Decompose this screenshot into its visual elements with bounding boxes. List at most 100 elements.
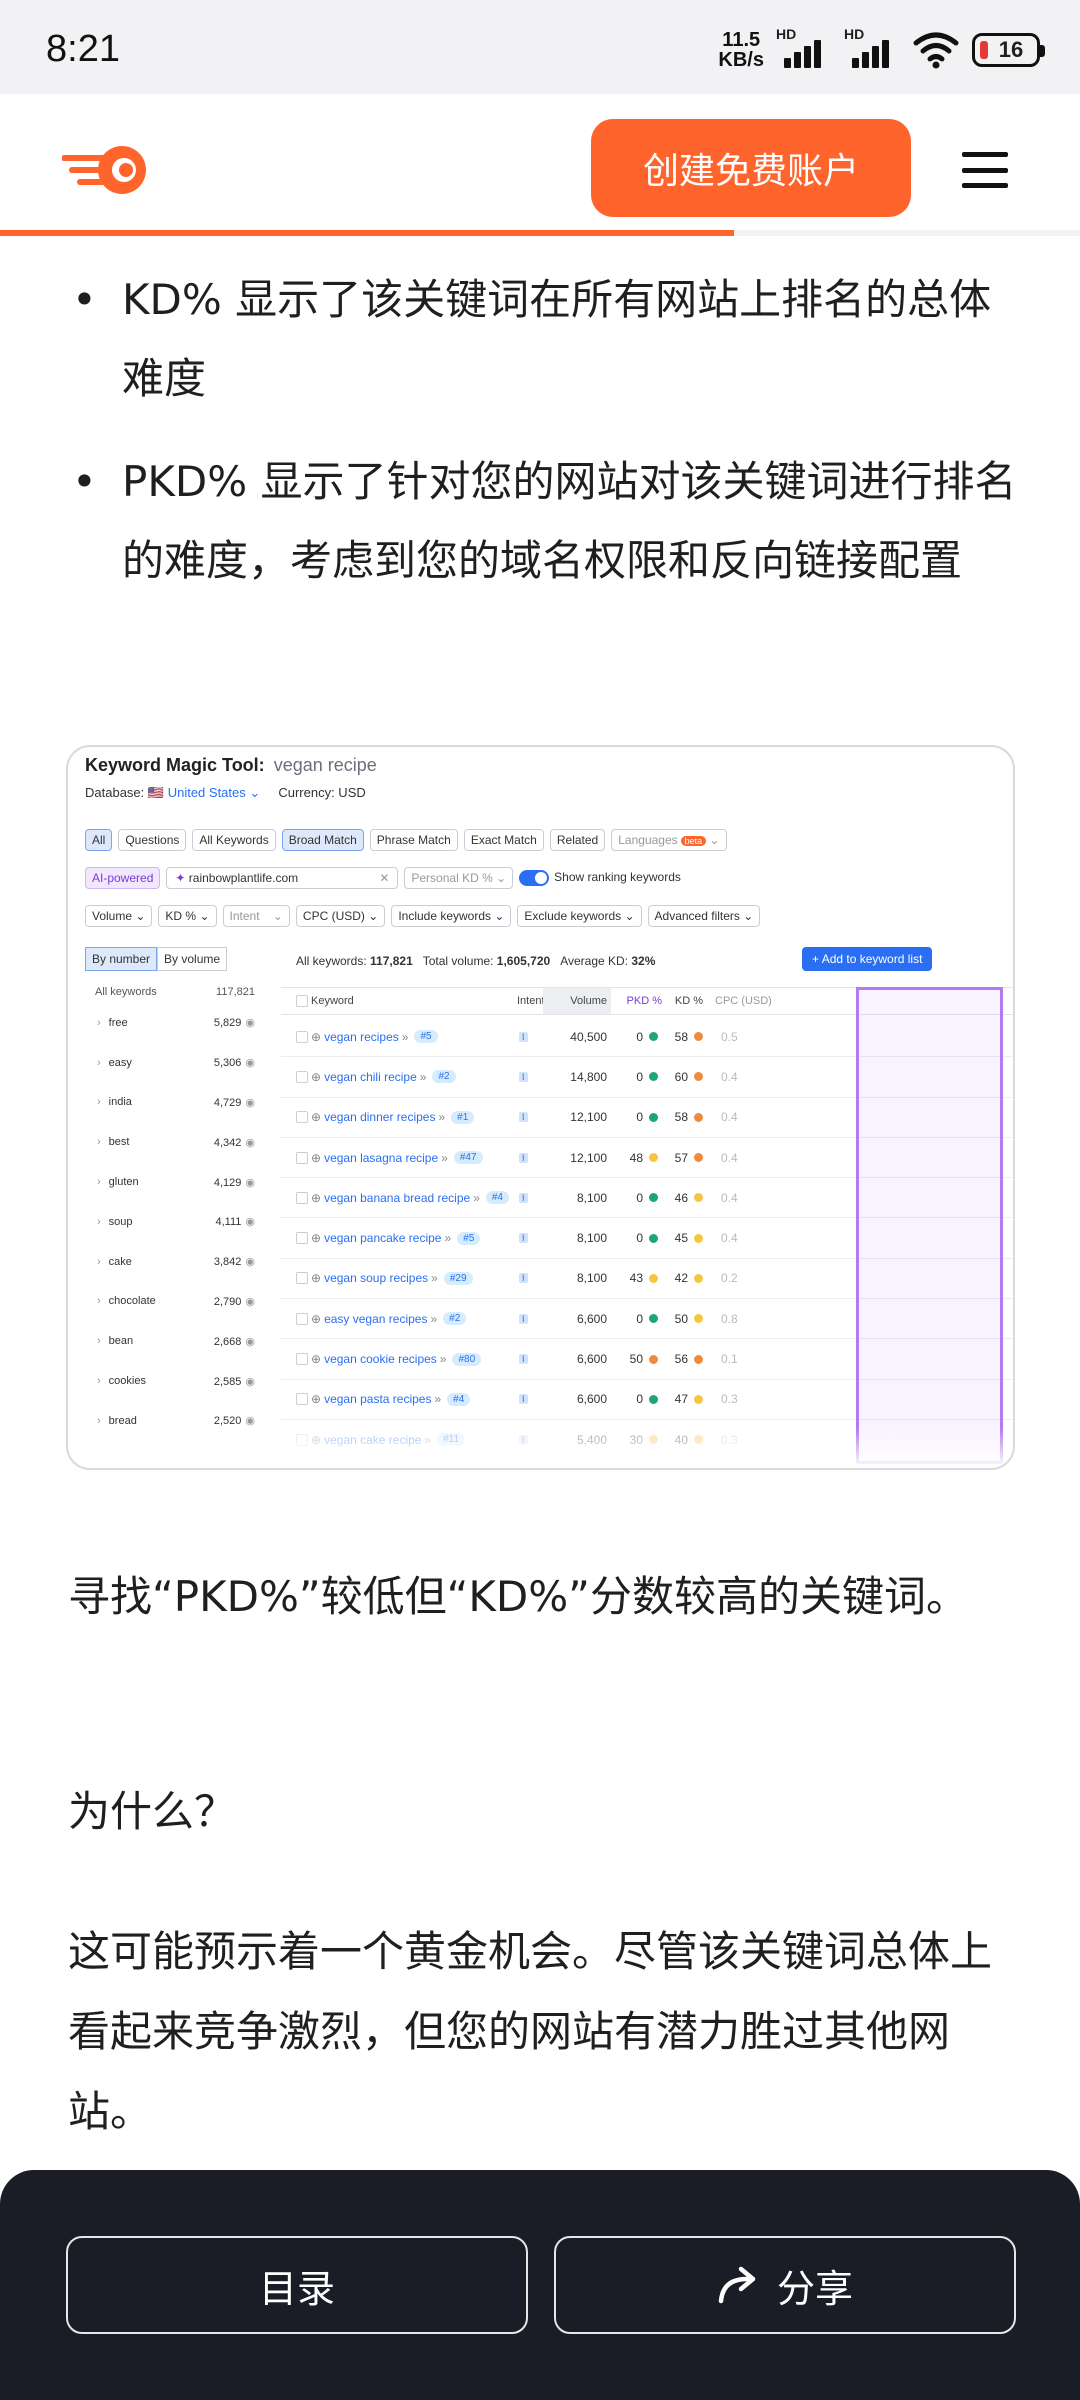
tab-exact-match: Exact Match [463, 829, 544, 851]
keyword-group-item: › chocolate 2,790 ◉ [97, 1295, 255, 1308]
share-button[interactable]: 分享 [554, 2236, 1016, 2334]
keyword-group-item: › easy 5,306 ◉ [97, 1056, 255, 1070]
add-circle-icon: ⊕ [311, 1190, 322, 1205]
pkd-difficulty-dot [649, 1314, 658, 1324]
paragraph-explanation: 这可能预示着一个黄金机会。尽管该关键词总体上看起来竞争激烈，但您的网站有潜力胜过… [68, 1927, 993, 2136]
chevron-right-icon: › [97, 1295, 101, 1308]
keyword-group-item: › soup 4,111 ◉ [97, 1215, 255, 1229]
pkd-difficulty-dot [649, 1354, 658, 1364]
clear-icon: ✕ [379, 871, 390, 885]
bullet-text: PKD% 显示了针对您的网站对该关键词进行排名的难度，考虑到您的域名权限和反向链… [122, 457, 1017, 585]
add-circle-icon: ⊕ [311, 1352, 322, 1367]
reading-progress-fill [0, 230, 735, 236]
tab-related: Related [549, 829, 606, 851]
add-circle-icon: ⊕ [311, 1069, 322, 1084]
chevron-right-icon: › [97, 1016, 101, 1029]
cell-signal-icon: HD [776, 26, 832, 70]
hamburger-menu-icon[interactable] [962, 152, 1008, 188]
filter-advanced: Advanced filters ⌄ [647, 905, 761, 927]
pkd-difficulty-dot [649, 1072, 658, 1082]
pkd-difficulty-dot [649, 1233, 658, 1243]
pkd-difficulty-dot [649, 1193, 658, 1203]
cell-signal-2-icon: HD [844, 26, 900, 70]
kmt-title-query: vegan recipe [273, 755, 377, 775]
kd-difficulty-dot [694, 1233, 703, 1243]
tab-broad-match: Broad Match [281, 829, 364, 851]
us-flag-icon: 🇺🇸 [147, 785, 165, 800]
chevron-right-icon: › [97, 1096, 101, 1109]
eye-icon: ◉ [245, 1375, 255, 1388]
network-speed: 11.5 KB/s [718, 30, 764, 70]
eye-icon: ◉ [245, 1176, 255, 1189]
chevron-right-icon: › [97, 1255, 101, 1268]
kd-difficulty-dot [694, 1112, 703, 1122]
add-circle-icon: ⊕ [311, 1150, 322, 1165]
keyword-group-item: › gluten 4,129 ◉ [97, 1176, 255, 1189]
pkd-difficulty-dot [649, 1112, 658, 1122]
semrush-logo-icon[interactable] [62, 144, 150, 196]
pkd-difficulty-dot [649, 1153, 658, 1163]
table-of-contents-button[interactable]: 目录 [66, 2236, 528, 2334]
add-circle-icon: ⊕ [311, 1110, 322, 1125]
keyword-magic-tool-screenshot[interactable]: Keyword Magic Tool: vegan recipe Databas… [66, 745, 1015, 1470]
tab-all-keywords: All Keywords [192, 829, 276, 851]
tab-by-number: By number [85, 947, 158, 971]
network-speed-unit: KB/s [718, 49, 764, 71]
site-header: 创建免费账户 [0, 94, 1080, 236]
eye-icon: ◉ [245, 1415, 255, 1428]
share-label: 分享 [776, 2268, 853, 2311]
create-free-account-button[interactable]: 创建免费账户 [591, 119, 911, 217]
chevron-right-icon: › [97, 1136, 101, 1149]
status-bar: 8:21 11.5 KB/s HD HD 16 [0, 0, 1080, 94]
pkd-kd-highlight-box [856, 987, 1003, 1464]
share-icon [718, 2266, 756, 2304]
paragraph-tip: 寻找“PKD%”较低但“KD%”分数较高的关键词。 [68, 1572, 968, 1621]
filter-include: Include keywords ⌄ [391, 905, 512, 927]
database-value: United States [167, 785, 246, 800]
ai-filter-row: AI-powered ✦ rainbowplantlife.com ✕ Pers… [85, 867, 681, 889]
group-sort-tabs: By number By volume [85, 947, 265, 971]
eye-icon: ◉ [245, 1017, 255, 1030]
kd-difficulty-dot [694, 1193, 703, 1203]
domain-input: ✦ rainbowplantlife.com ✕ [166, 867, 399, 889]
network-speed-value: 11.5 [722, 29, 761, 51]
filter-row: Volume ⌄ KD % ⌄ Intent ⌄ CPC (USD) ⌄ Inc… [85, 905, 761, 927]
eye-icon: ◉ [245, 1136, 255, 1149]
sparkle-icon: ✦ [175, 871, 186, 885]
status-time: 8:21 [46, 28, 120, 70]
eye-icon: ◉ [245, 1335, 255, 1348]
bullet-text: KD% 显示了该关键词在所有网站上排名的总体难度 [122, 275, 992, 403]
kd-difficulty-dot [694, 1153, 703, 1163]
pkd-difficulty-dot [649, 1394, 658, 1404]
add-circle-icon: ⊕ [311, 1029, 322, 1044]
eye-icon: ◉ [245, 1256, 255, 1269]
chevron-right-icon: › [97, 1056, 101, 1069]
add-circle-icon: ⊕ [311, 1392, 322, 1407]
status-icons: 11.5 KB/s HD HD 16 [718, 26, 1045, 70]
bullet-item-pkd: • PKD% 显示了针对您的网站对该关键词进行排名的难度，考虑到您的域名权限和反… [72, 442, 1032, 600]
kd-difficulty-dot [694, 1314, 703, 1324]
add-to-keyword-list-button: + Add to keyword list [802, 947, 933, 971]
keyword-group-item: › best 4,342 ◉ [97, 1136, 255, 1149]
kd-difficulty-dot [694, 1394, 703, 1404]
personal-kd-dropdown: Personal KD % ⌄ [404, 867, 514, 889]
toc-label: 目录 [258, 2268, 335, 2311]
reading-progress-bar [0, 230, 1080, 236]
languages-dropdown: Languages beta ⌄ [611, 829, 727, 851]
keyword-group-item: › bean 2,668 ◉ [97, 1335, 255, 1348]
keyword-group-item: › free 5,829 ◉ [97, 1016, 255, 1030]
bullet-dot-icon: • [72, 457, 97, 506]
add-circle-icon: ⊕ [311, 1231, 322, 1246]
chevron-right-icon: › [97, 1335, 101, 1348]
eye-icon: ◉ [245, 1057, 255, 1070]
keyword-group-item: › cake 3,842 ◉ [97, 1255, 255, 1269]
chevron-right-icon: › [97, 1176, 101, 1189]
filter-cpc: CPC (USD) ⌄ [295, 905, 386, 927]
eye-icon: ◉ [245, 1216, 255, 1229]
tab-phrase-match: Phrase Match [369, 829, 458, 851]
filter-intent: Intent ⌄ [222, 905, 290, 927]
keyword-group-item: › cookies 2,585 ◉ [97, 1375, 255, 1388]
match-tabs: All Questions All Keywords Broad Match P… [85, 829, 727, 851]
kmt-title-label: Keyword Magic Tool: [85, 755, 265, 775]
add-circle-icon: ⊕ [311, 1271, 322, 1286]
